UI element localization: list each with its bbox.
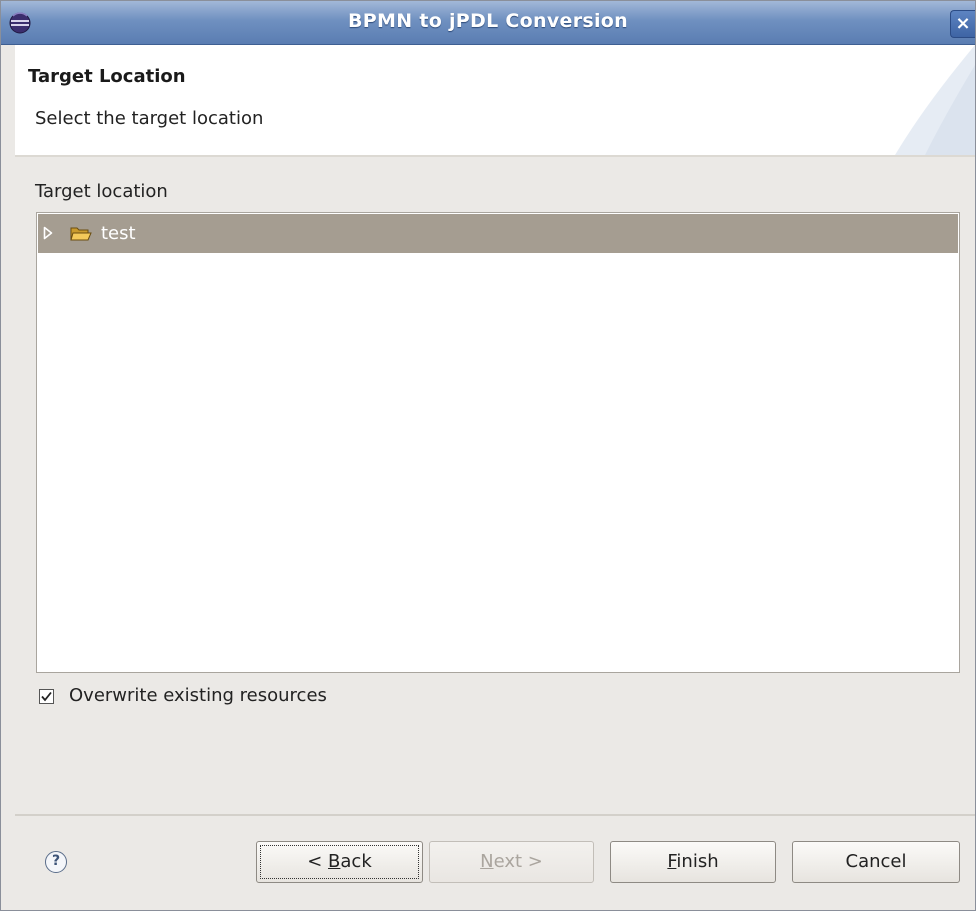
close-icon[interactable]: × bbox=[955, 13, 970, 34]
page-title: Target Location bbox=[28, 66, 186, 87]
header-banner-graphic bbox=[895, 45, 975, 155]
tree-item-test[interactable]: test bbox=[38, 214, 958, 253]
footer-divider bbox=[15, 814, 975, 816]
overwrite-checkbox[interactable] bbox=[39, 689, 54, 704]
help-button[interactable]: ? bbox=[45, 851, 67, 873]
target-location-tree[interactable]: test bbox=[36, 212, 960, 673]
next-button[interactable]: Next > bbox=[429, 841, 594, 883]
checkmark-icon bbox=[41, 691, 52, 702]
target-location-label: Target location bbox=[35, 181, 168, 202]
finish-button[interactable]: Finish bbox=[610, 841, 776, 883]
overwrite-label[interactable]: Overwrite existing resources bbox=[69, 685, 327, 706]
wizard-header: Target Location Select the target locati… bbox=[15, 45, 975, 155]
folder-icon bbox=[70, 227, 92, 241]
focus-ring bbox=[260, 845, 419, 879]
cancel-label: Cancel bbox=[845, 851, 907, 872]
back-button[interactable]: < Back bbox=[256, 841, 423, 883]
next-mnemonic: N bbox=[480, 851, 494, 872]
expand-arrow-icon[interactable] bbox=[43, 226, 53, 240]
close-button[interactable]: × bbox=[950, 10, 975, 38]
window-title: BPMN to jPDL Conversion bbox=[348, 10, 628, 32]
finish-rest: inish bbox=[676, 851, 719, 872]
next-rest: ext > bbox=[493, 851, 543, 872]
page-description: Select the target location bbox=[35, 108, 264, 129]
title-bar[interactable]: BPMN to jPDL Conversion × bbox=[1, 1, 975, 45]
header-divider bbox=[15, 155, 975, 157]
help-icon[interactable]: ? bbox=[52, 853, 60, 869]
cancel-button[interactable]: Cancel bbox=[792, 841, 960, 883]
wizard-dialog: BPMN to jPDL Conversion × Target Locatio… bbox=[0, 0, 976, 911]
tree-item-label: test bbox=[101, 223, 136, 244]
